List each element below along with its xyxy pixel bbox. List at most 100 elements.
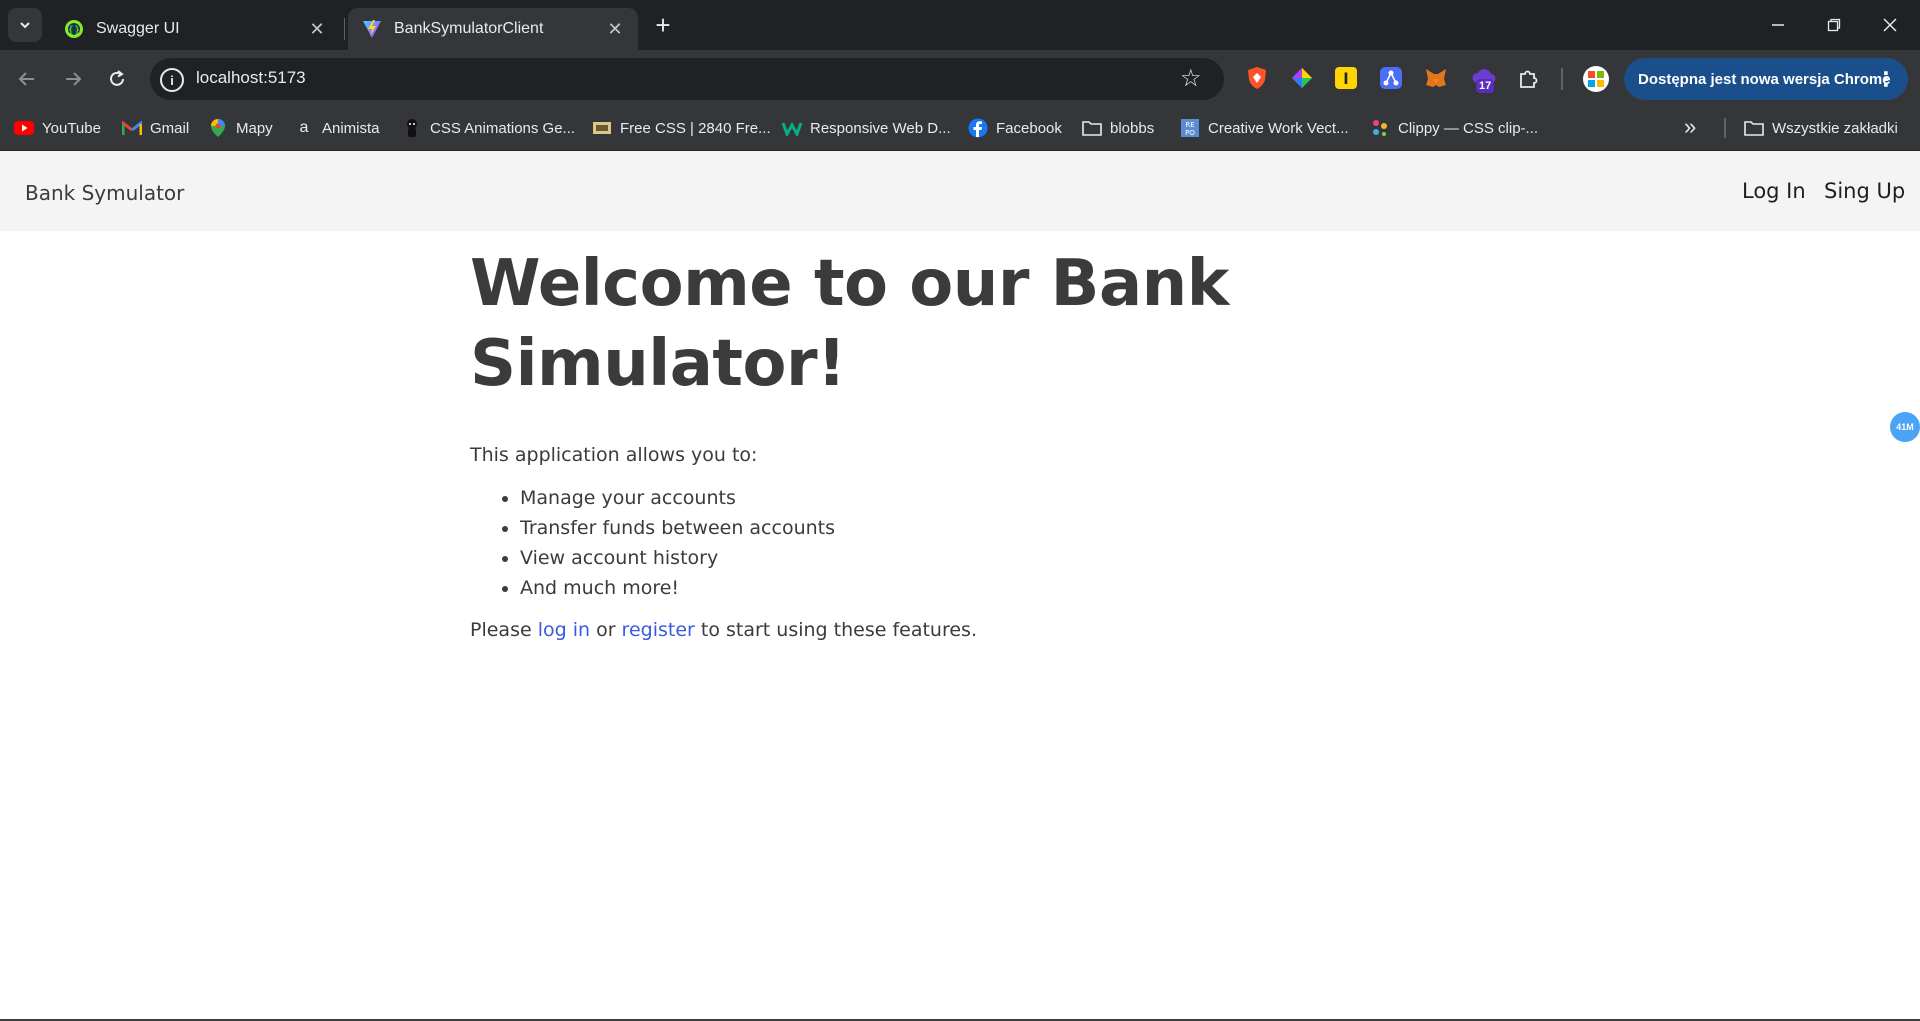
cta-middle: or: [590, 618, 622, 641]
svg-text:PO: PO: [1185, 129, 1195, 137]
vite-icon: [363, 20, 381, 38]
site-info-icon[interactable]: i: [160, 68, 184, 92]
close-icon[interactable]: ✕: [604, 18, 626, 40]
maps-icon: [208, 118, 228, 138]
close-icon[interactable]: ✕: [306, 18, 328, 40]
bookmark-label: Responsive Web D...: [810, 119, 951, 137]
bookmark-label: Free CSS | 2840 Fre...: [620, 119, 771, 137]
bookmark-label: Animista: [322, 119, 380, 137]
list-item: And much more!: [520, 573, 1470, 603]
bookmark-responsive-web[interactable]: Responsive Web D...: [782, 115, 951, 141]
list-item: View account history: [520, 543, 1470, 573]
minimize-button[interactable]: [1750, 0, 1806, 50]
tab-swagger-ui[interactable]: {} Swagger UI ✕: [50, 8, 340, 50]
close-window-button[interactable]: [1862, 0, 1918, 50]
bookmark-css-animations[interactable]: CSS Animations Ge...: [402, 115, 575, 141]
arrow-left-icon: [18, 72, 34, 86]
chevron-down-icon: [20, 22, 30, 29]
reload-icon: [110, 70, 124, 86]
bookmark-label: Mapy: [236, 119, 273, 137]
bookmark-all[interactable]: Wszystkie zakładki: [1744, 115, 1898, 141]
star-icon[interactable]: ☆: [1180, 64, 1202, 93]
double-chevron-right-icon[interactable]: »: [1684, 114, 1696, 140]
login-inline-link[interactable]: log in: [538, 619, 590, 641]
bookmark-gmail[interactable]: Gmail: [122, 115, 189, 141]
bookmark-blobbs[interactable]: blobbs: [1082, 115, 1154, 141]
extension-l-icon[interactable]: l: [1332, 64, 1360, 92]
extension-metamask-icon[interactable]: [1422, 64, 1450, 92]
tab-divider: [344, 18, 345, 40]
bookmark-creative-work[interactable]: RE PO Creative Work Vect...: [1180, 115, 1349, 141]
forward-button[interactable]: [56, 62, 90, 96]
bookmark-free-css[interactable]: Free CSS | 2840 Fre...: [592, 115, 771, 141]
bookmark-clippy[interactable]: Clippy — CSS clip-...: [1370, 115, 1538, 141]
more-vert-icon[interactable]: ⋮: [1876, 67, 1896, 92]
responsive-web-icon: [782, 118, 802, 138]
swagger-icon: {}: [65, 20, 83, 38]
youtube-icon: [14, 118, 34, 138]
bookmarks-bar: [0, 108, 1920, 151]
bookmark-label: Wszystkie zakładki: [1772, 119, 1898, 137]
folder-icon: [1744, 118, 1764, 138]
app-brand[interactable]: Bank Symulator: [25, 181, 184, 205]
repo-icon: RE PO: [1180, 118, 1200, 138]
bookmark-label: Clippy — CSS clip-...: [1398, 119, 1539, 137]
profile-avatar[interactable]: [1583, 66, 1609, 92]
extension-network-icon[interactable]: [1377, 64, 1405, 92]
bookmark-label: YouTube: [42, 119, 101, 137]
bookmark-label: Creative Work Vect...: [1208, 119, 1349, 137]
feature-list: Manage your accounts Transfer funds betw…: [520, 483, 1470, 603]
free-css-icon: [592, 118, 612, 138]
facebook-icon: [968, 118, 988, 138]
reload-button[interactable]: [100, 62, 134, 96]
tab-banksymulatorclient[interactable]: BankSymulatorClient ✕: [348, 8, 638, 50]
chrome-update-button[interactable]: Dostępna jest nowa wersja Chrome ⋮: [1624, 58, 1908, 100]
svg-text:RE: RE: [1185, 121, 1194, 129]
login-link[interactable]: Log In: [1742, 179, 1806, 203]
bookmark-label: Facebook: [996, 119, 1062, 137]
gmail-icon: [122, 118, 142, 138]
bookmark-label: blobbs: [1110, 119, 1155, 137]
back-button[interactable]: [10, 62, 44, 96]
svg-text:l: l: [1343, 70, 1348, 88]
bookmarks-divider: [1724, 118, 1726, 138]
main-content: Welcome to our Bank Simulator! This appl…: [470, 244, 1470, 643]
bookmark-animista[interactable]: a Animista: [294, 115, 380, 141]
svg-text:{}: {}: [68, 25, 81, 36]
bookmark-mapy[interactable]: Mapy: [208, 115, 273, 141]
cta-text: Please log in or register to start using…: [470, 617, 1470, 644]
list-item: Manage your accounts: [520, 483, 1470, 513]
restore-button[interactable]: [1806, 0, 1862, 50]
bookmark-youtube[interactable]: YouTube: [14, 115, 101, 141]
toolbar-divider: [1561, 68, 1563, 90]
register-inline-link[interactable]: register: [622, 619, 695, 641]
cta-after: to start using these features.: [694, 618, 977, 641]
tab-search-button[interactable]: [8, 8, 42, 42]
extension-badge: 17: [1476, 79, 1495, 93]
extension-shield-icon[interactable]: [1243, 64, 1271, 92]
floating-widget-badge[interactable]: 41M: [1890, 412, 1920, 442]
animista-icon: a: [299, 119, 309, 136]
bookmark-facebook[interactable]: Facebook: [968, 115, 1062, 141]
bookmark-label: Gmail: [150, 119, 190, 137]
close-icon: [1883, 18, 1897, 32]
page-title: Welcome to our Bank Simulator!: [470, 247, 1229, 401]
cta-before: Please: [470, 618, 538, 641]
tab-title: Swagger UI: [96, 20, 180, 37]
arrow-right-icon: [66, 72, 82, 86]
address-url[interactable]: localhost:5173: [196, 68, 306, 88]
new-tab-button[interactable]: +: [648, 10, 678, 40]
minimize-icon: [1772, 24, 1784, 26]
extension-colorpicker-icon[interactable]: [1288, 64, 1316, 92]
update-label: Dostępna jest nowa wersja Chrome: [1638, 70, 1891, 88]
address-bar[interactable]: [150, 58, 1224, 100]
folder-icon: [1082, 118, 1102, 138]
extensions-puzzle-icon[interactable]: [1514, 64, 1542, 92]
css-animations-icon: [402, 118, 422, 138]
signup-link[interactable]: Sing Up: [1824, 179, 1905, 203]
bookmark-label: CSS Animations Ge...: [430, 119, 576, 137]
clippy-icon: [1370, 118, 1390, 138]
list-item: Transfer funds between accounts: [520, 513, 1470, 543]
intro-text: This application allows you to:: [470, 444, 758, 466]
app-navbar: [0, 151, 1920, 231]
